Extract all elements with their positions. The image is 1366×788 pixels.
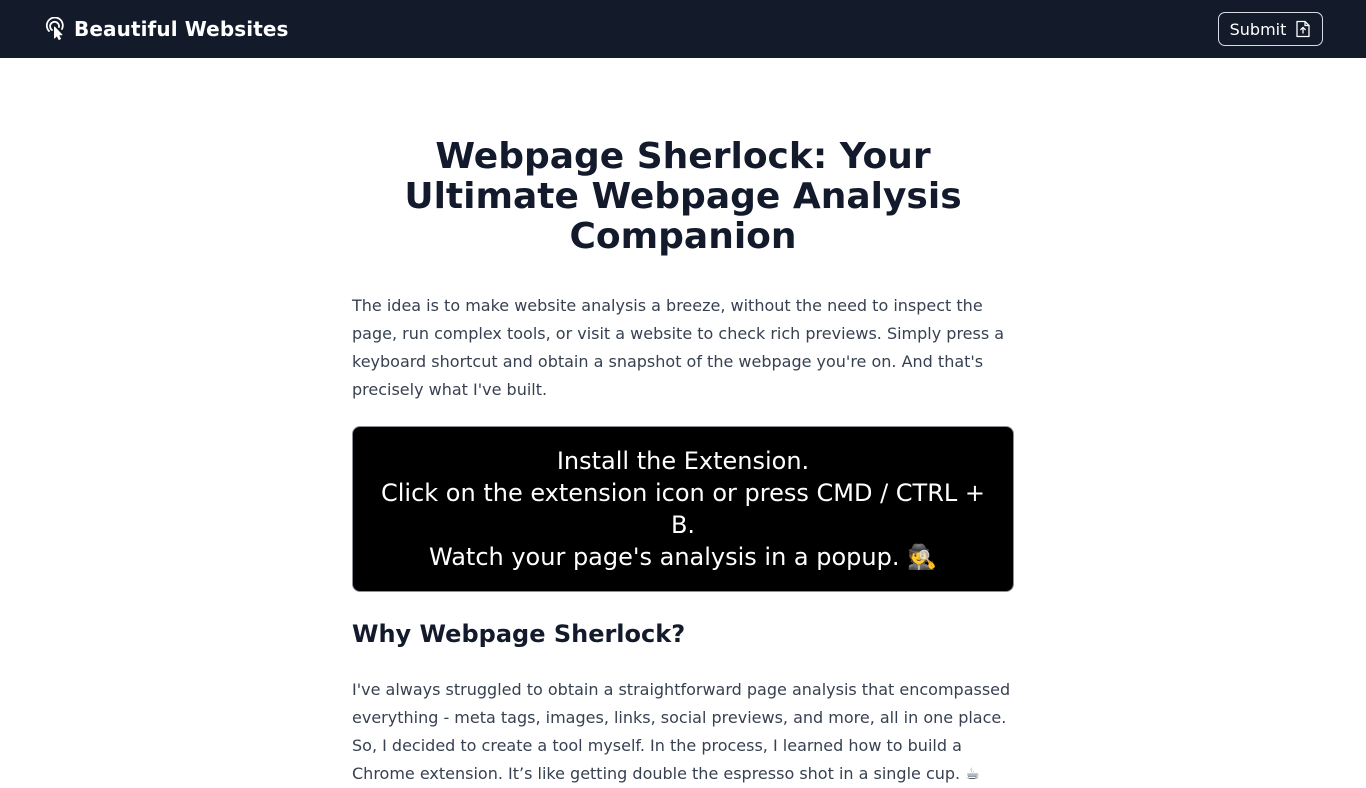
intro-paragraph: The idea is to make website analysis a b… bbox=[352, 296, 1005, 399]
brand-name: Beautiful Websites bbox=[74, 17, 289, 41]
pointer-click-icon bbox=[44, 17, 66, 41]
why-paragraph: I've always struggled to obtain a straig… bbox=[352, 680, 1011, 783]
submit-label: Submit bbox=[1229, 19, 1287, 39]
main-content: Webpage Sherlock: Your Ultimate Webpage … bbox=[352, 137, 1014, 788]
step-watch: Watch your page's analysis in a popup. 🕵 bbox=[429, 543, 937, 571]
steps-box: Install the Extension. Click on the exte… bbox=[352, 426, 1014, 592]
page-title: Webpage Sherlock: Your Ultimate Webpage … bbox=[404, 136, 962, 257]
top-navbar: Beautiful Websites Submit bbox=[0, 0, 1366, 58]
why-heading: Why Webpage Sherlock? bbox=[352, 620, 686, 648]
step-shortcut: Click on the extension icon or press CMD… bbox=[380, 479, 986, 539]
file-upload-icon bbox=[1295, 20, 1311, 38]
submit-button[interactable]: Submit bbox=[1218, 12, 1323, 46]
brand-link[interactable]: Beautiful Websites bbox=[44, 16, 289, 42]
step-install: Install the Extension. bbox=[556, 447, 810, 475]
